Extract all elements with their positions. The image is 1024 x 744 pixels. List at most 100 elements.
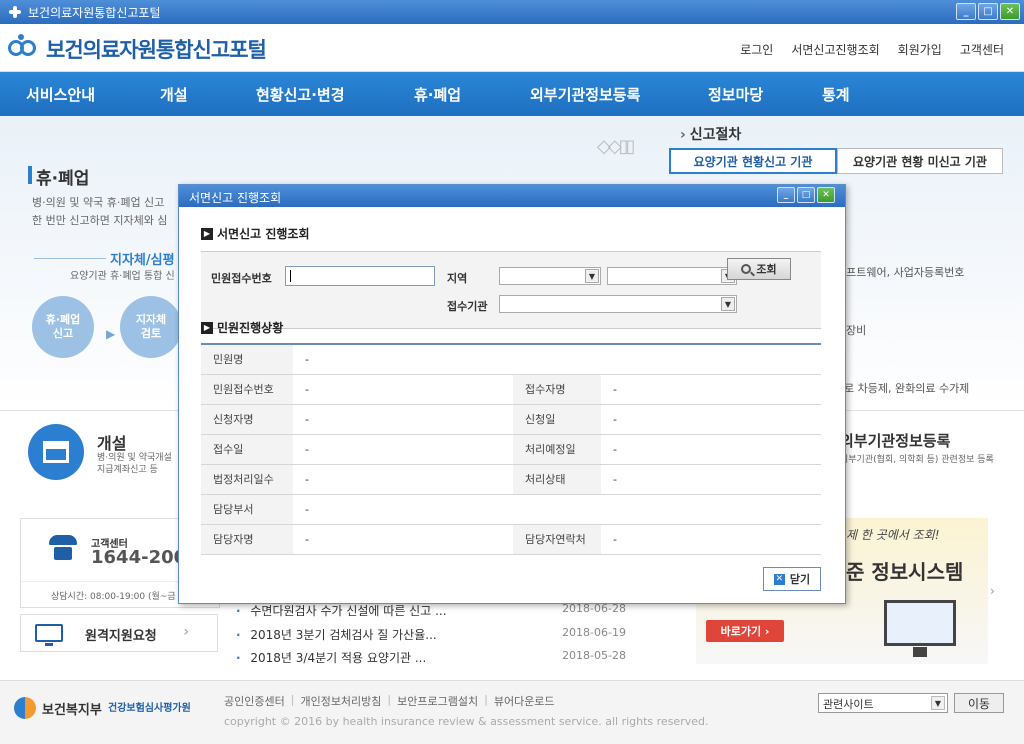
- table-row: 담당부서 -: [201, 494, 821, 525]
- search-button[interactable]: 조회: [727, 258, 791, 280]
- external-section-title[interactable]: 외부기관정보등록: [840, 430, 950, 451]
- app-icon: [8, 5, 22, 19]
- field-value: -: [601, 464, 821, 495]
- close-button[interactable]: ✕: [1000, 3, 1020, 20]
- nav-opening[interactable]: 개설: [160, 84, 188, 105]
- status-table: 민원명 - 민원접수번호 - 접수자명 - 신청자명 - 신청일 - 접수일 -…: [201, 343, 821, 555]
- table-row: 신청자명 - 신청일 -: [201, 404, 821, 435]
- dialog-titlebar: 서면신고 진행조회 _ □ ✕: [179, 185, 845, 207]
- close-icon: ✕: [773, 573, 785, 585]
- dialog-minimize-button[interactable]: _: [777, 187, 795, 203]
- related-sites-go-button[interactable]: 이동: [954, 693, 1004, 713]
- arrow-box-icon: ▶: [201, 227, 213, 240]
- remote-support-button[interactable]: 원격지원요청 ›: [20, 614, 218, 652]
- phone-icon: [49, 535, 77, 561]
- field-label: 담당자명: [201, 524, 293, 555]
- copyright: copyright © 2016 by health insurance rev…: [224, 715, 709, 728]
- field-value: -: [601, 524, 821, 555]
- login-link[interactable]: 로그인: [740, 41, 773, 58]
- step-arrow-icon: ▶: [106, 327, 116, 341]
- news-date: 2018-06-19: [562, 626, 626, 639]
- field-value: -: [601, 434, 821, 465]
- mohw-logo: 보건복지부: [14, 697, 102, 719]
- site-logo[interactable]: 보건의료자원통합신고포털: [8, 34, 267, 64]
- hero-note: 요양기관 휴·폐업 통합 신: [70, 271, 175, 282]
- nav-closure[interactable]: 휴·폐업: [414, 84, 461, 105]
- field-value: -: [293, 464, 513, 495]
- window-title: 보건의료자원통합신고포털: [28, 5, 161, 20]
- field-value: -: [293, 494, 821, 525]
- remote-support-label: 원격지원요청: [85, 629, 157, 644]
- field-value: -: [293, 434, 513, 465]
- banner-title: 준 정보시스템: [846, 560, 964, 584]
- table-row: 민원접수번호 - 접수자명 -: [201, 374, 821, 405]
- field-label: 처리상태: [513, 464, 601, 495]
- nav-status-report[interactable]: 현황신고·변경: [256, 84, 345, 105]
- receipt-no-label: 민원접수번호: [211, 272, 272, 285]
- hira-logo: 건강보험심사평가원: [108, 703, 191, 714]
- separator: |: [484, 693, 488, 706]
- banner-top-text: 제 한 곳에서 조회!: [846, 528, 940, 542]
- news-title: 2018년 3/4분기 적용 요양기관 ...: [250, 651, 427, 665]
- related-sites-select[interactable]: 관련사이트 ▼: [818, 693, 948, 713]
- window-titlebar: 보건의료자원통합신고포털 _ □ ✕: [0, 0, 1024, 24]
- separator: |: [387, 693, 392, 706]
- chevron-right-icon: ›: [183, 624, 189, 640]
- search-icon: [741, 264, 752, 274]
- banner-go-button[interactable]: 바로가기 ›: [706, 620, 784, 642]
- news-title: 2018년 3분기 검체검사 질 가산율...: [250, 628, 437, 642]
- chevron-down-icon: ▼: [721, 297, 735, 311]
- nav-info[interactable]: 정보마당: [708, 84, 763, 105]
- field-label: 민원접수번호: [201, 374, 293, 405]
- field-label: 민원명: [201, 343, 293, 375]
- footer-links: 공인인증센터 | 개인정보처리방침 | 보안프로그램설치 | 뷰어다운로드: [224, 693, 555, 709]
- hero-subtitle: 지자체/심평: [110, 253, 175, 268]
- divider: [34, 258, 106, 259]
- news-item[interactable]: 2018년 3/4분기 적용 요양기관 ... 2018-05-28: [236, 649, 626, 666]
- nav-stats[interactable]: 통계: [822, 84, 850, 105]
- mohw-logo-icon: [14, 697, 36, 719]
- field-label: 담당자연락처: [513, 524, 601, 555]
- open-section-title[interactable]: 개설: [97, 430, 126, 454]
- nav-external-register[interactable]: 외부기관정보등록: [530, 84, 640, 105]
- logo-icon: [8, 34, 42, 64]
- chevron-right-icon[interactable]: ›: [990, 584, 995, 598]
- region-select-1[interactable]: ▼: [499, 267, 601, 285]
- chevron-down-icon: ▼: [585, 269, 599, 283]
- site-header: 보건의료자원통합신고포털 로그인 서면신고진행조회 회원가입 고객센터: [0, 24, 1024, 72]
- maximize-button[interactable]: □: [978, 3, 998, 20]
- dialog-body: ▶ 서면신고 진행조회 민원접수번호 지역 ▼ ▼ 접수기관 ▼ 조회 ▶ 민원…: [179, 207, 845, 603]
- news-item[interactable]: 2018년 3분기 검체검사 질 가산율... 2018-06-19: [236, 626, 626, 643]
- signup-link[interactable]: 회원가입: [898, 41, 942, 58]
- footer-link-security[interactable]: 보안프로그램설치: [397, 693, 478, 709]
- field-value: -: [601, 404, 821, 435]
- tab-unreported-institutions[interactable]: 요양기관 현황 미신고 기관: [837, 148, 1003, 174]
- external-section-desc: 외부기관(협회, 의학회 등) 관련정보 등록: [840, 455, 994, 465]
- agency-select[interactable]: ▼: [499, 295, 737, 313]
- footer-link-privacy[interactable]: 개인정보처리방침: [300, 693, 381, 709]
- nav-service-guide[interactable]: 서비스안내: [26, 84, 95, 105]
- procedure-line: 장비: [846, 324, 867, 337]
- dialog-close-x-button[interactable]: ✕: [817, 187, 835, 203]
- customer-center-link[interactable]: 고객센터: [960, 41, 1004, 58]
- dialog-maximize-button[interactable]: □: [797, 187, 815, 203]
- news-item[interactable]: 수면다원검사 수가 신설에 따른 신고 ... 2018-06-28: [236, 602, 626, 619]
- receipt-no-input[interactable]: [285, 266, 435, 286]
- minimize-button[interactable]: _: [956, 3, 976, 20]
- footer-link-cert[interactable]: 공인인증센터: [224, 693, 285, 709]
- slider-controls[interactable]: ◇◇▯▯: [597, 136, 635, 157]
- footer-link-viewer[interactable]: 뷰어다운로드: [494, 693, 555, 709]
- region-select-2[interactable]: ▼: [607, 267, 737, 285]
- site-footer: 보건복지부 건강보험심사평가원 공인인증센터 | 개인정보처리방침 | 보안프로그램…: [0, 680, 1024, 744]
- field-label: 처리예정일: [513, 434, 601, 465]
- written-report-status-link[interactable]: 서면신고진행조회: [791, 41, 879, 58]
- hero-desc-line: 병·의원 및 약국 휴·폐업 신고: [32, 196, 165, 209]
- field-label: 접수일: [201, 434, 293, 465]
- monitor-icon: [35, 624, 63, 646]
- open-desc-line: 병·의원 및 약국개설: [97, 453, 172, 463]
- table-row: 접수일 - 처리예정일 -: [201, 434, 821, 465]
- dialog-close-button[interactable]: ✕ 닫기: [763, 567, 821, 591]
- tab-reported-institutions[interactable]: 요양기관 현황신고 기관: [669, 148, 837, 174]
- hero-description: 병·의원 및 약국 휴·폐업 신고 한 번만 신고하면 지자체와 심: [32, 194, 182, 230]
- field-value: -: [293, 374, 513, 405]
